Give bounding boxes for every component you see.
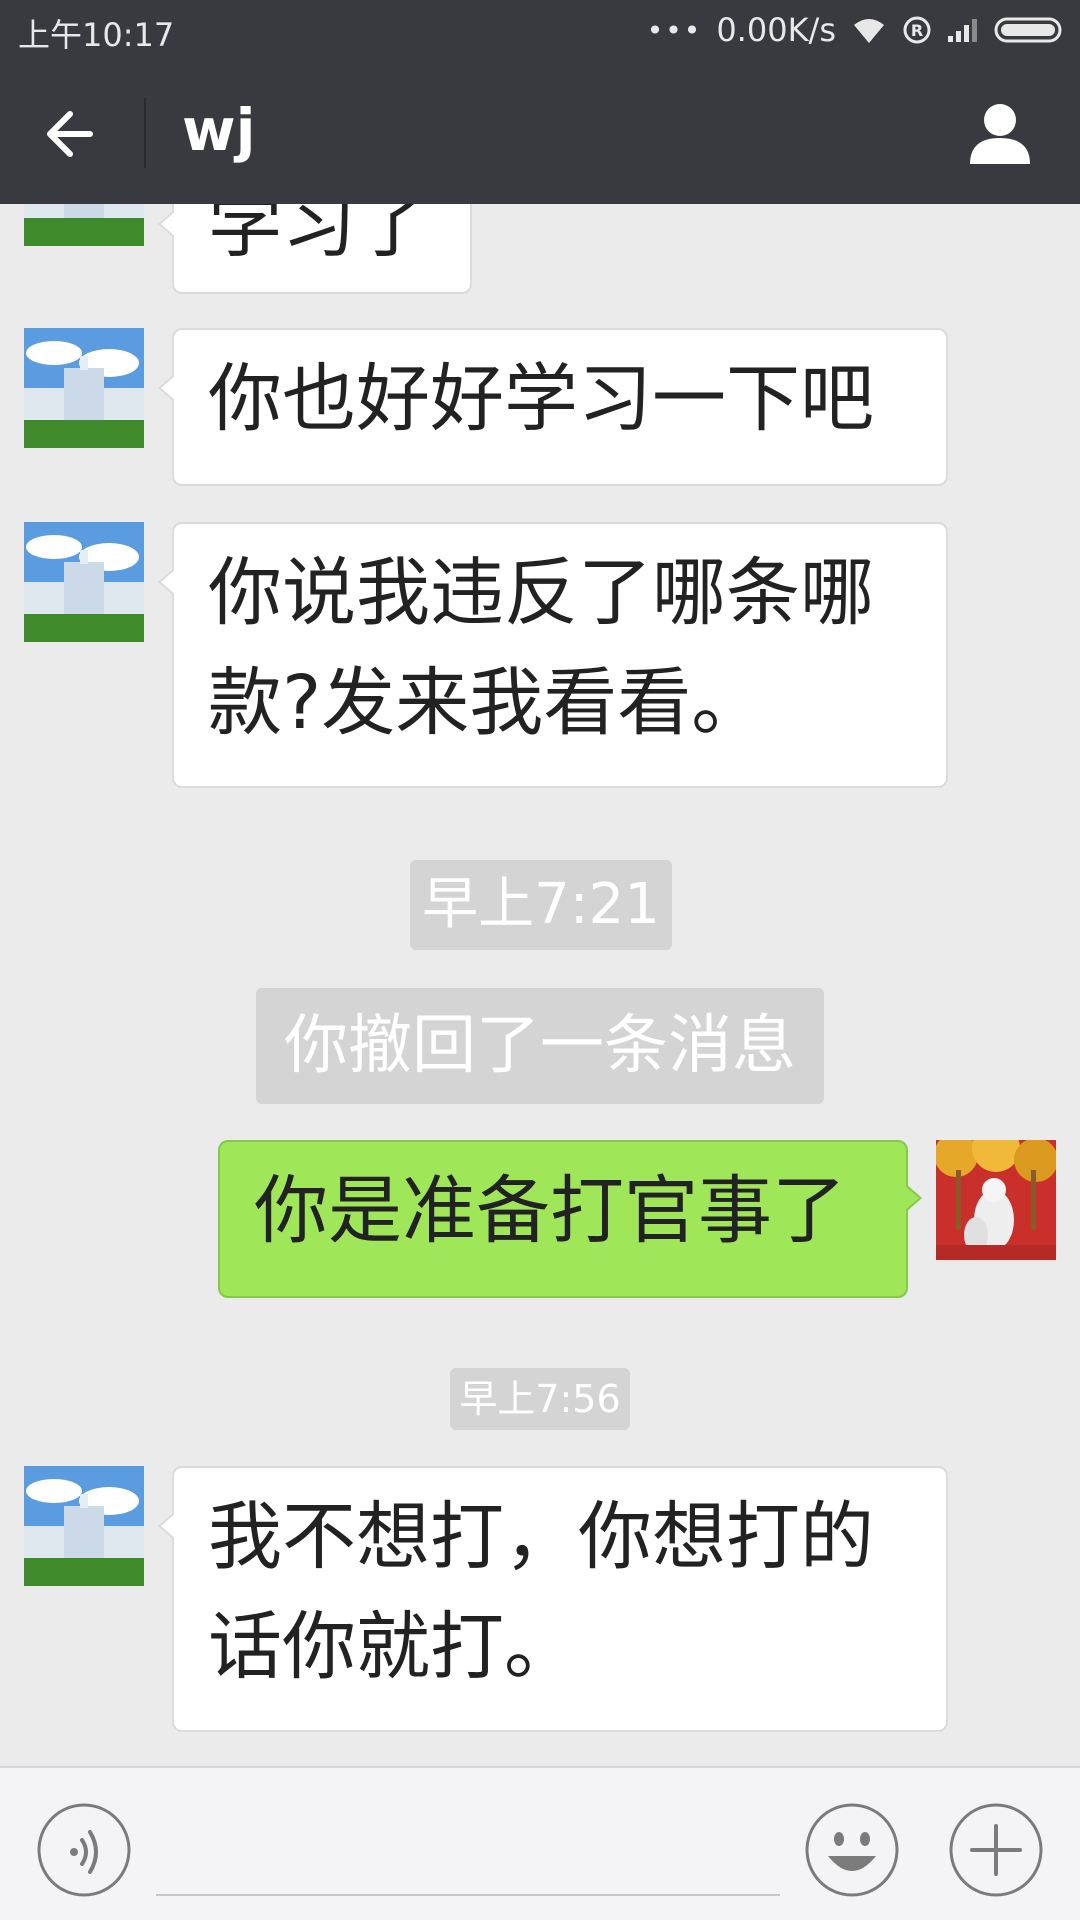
contact-avatar[interactable] (24, 1466, 144, 1586)
title-bar: wj (0, 60, 1080, 204)
message-text: 你也好好学习一下吧 (208, 356, 874, 442)
back-button[interactable] (34, 96, 110, 172)
wifi-icon (850, 15, 888, 45)
timestamp-pill: 早上7:56 (450, 1368, 630, 1430)
my-avatar[interactable] (936, 1140, 1056, 1260)
status-icons: ••• 0.00K/s R (647, 8, 1066, 52)
timestamp-text: 早上7:56 (459, 1377, 621, 1421)
network-speed: 0.00K/s (716, 11, 836, 49)
plus-button[interactable] (948, 1802, 1044, 1898)
message-bubble[interactable]: 我不想打，你想打的 话你就打。 (158, 1466, 948, 1732)
message-text: 学习了 (208, 204, 430, 268)
title-divider (144, 98, 146, 168)
input-bar (0, 1766, 1080, 1920)
registered-icon: R (902, 15, 932, 45)
status-time: 上午10:17 (18, 16, 175, 54)
chat-area[interactable]: 学习了 你也好好学习一下吧 你说我违反了哪条哪 款?发来我看看。 早上7:21 … (0, 204, 1080, 1766)
contact-avatar[interactable] (24, 204, 144, 246)
message-text-line: 话你就打。 (208, 1604, 578, 1690)
message-text-line: 款?发来我看看。 (208, 660, 766, 746)
message-bubble[interactable]: 学习了 (158, 204, 472, 294)
svg-text:R: R (911, 21, 923, 40)
battery-icon (994, 15, 1066, 45)
message-text-line: 我不想打，你想打的 (208, 1494, 874, 1580)
message-bubble[interactable]: 你也好好学习一下吧 (158, 328, 948, 486)
status-bar: 上午10:17 ••• 0.00K/s R (0, 0, 1080, 60)
signal-icon (946, 16, 980, 44)
voice-icon (37, 1803, 131, 1897)
voice-button[interactable] (36, 1802, 132, 1898)
message-text: 你是准备打官事了 (254, 1168, 846, 1254)
person-icon (970, 104, 1030, 164)
contact-avatar[interactable] (24, 522, 144, 642)
timestamp-pill: 早上7:21 (410, 860, 672, 950)
emoji-icon (805, 1803, 899, 1897)
chat-title: wj (182, 96, 256, 164)
message-input[interactable] (156, 1894, 780, 1896)
profile-button[interactable] (964, 98, 1036, 170)
plus-icon (949, 1803, 1043, 1897)
system-notice: 你撤回了一条消息 (256, 988, 824, 1104)
emoji-button[interactable] (804, 1802, 900, 1898)
message-bubble[interactable]: 你说我违反了哪条哪 款?发来我看看。 (158, 522, 948, 788)
contact-avatar[interactable] (24, 328, 144, 448)
back-arrow-icon (47, 111, 93, 157)
message-bubble-sent[interactable]: 你是准备打官事了 (218, 1140, 922, 1298)
system-notice-text: 你撤回了一条消息 (284, 1009, 796, 1083)
timestamp-text: 早上7:21 (422, 872, 660, 937)
more-dots: ••• (646, 13, 703, 47)
message-text-line: 你说我违反了哪条哪 (208, 550, 874, 636)
